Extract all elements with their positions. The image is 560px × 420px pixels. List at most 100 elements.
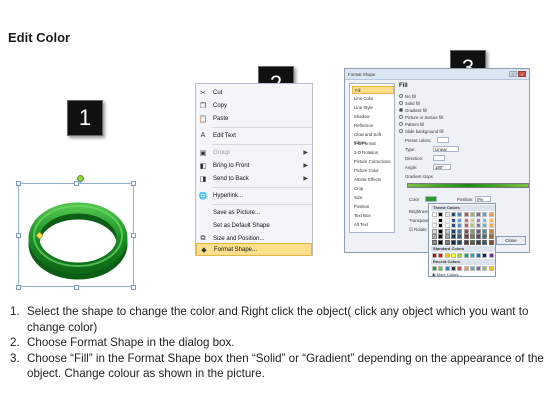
color-swatch[interactable] — [463, 253, 469, 258]
color-swatch[interactable] — [482, 228, 488, 234]
color-swatch[interactable] — [488, 234, 494, 240]
color-swatch[interactable] — [488, 212, 494, 217]
color-swatch[interactable] — [444, 212, 450, 217]
color-swatch[interactable] — [457, 217, 463, 223]
color-swatch[interactable] — [457, 266, 463, 271]
color-swatch[interactable] — [444, 217, 450, 223]
resize-handle[interactable] — [131, 181, 136, 186]
color-swatch[interactable] — [469, 234, 475, 240]
category-size[interactable]: Size — [352, 194, 394, 202]
color-swatch[interactable] — [457, 228, 463, 234]
category-crop[interactable]: Crop — [352, 185, 394, 193]
category-alt-text[interactable]: Alt Text — [352, 221, 394, 229]
category-fill[interactable]: Fill — [352, 86, 394, 94]
close-button[interactable]: Close — [496, 236, 526, 245]
color-swatch[interactable] — [488, 228, 494, 234]
resize-handle[interactable] — [74, 285, 79, 290]
color-swatch[interactable] — [476, 223, 482, 229]
color-swatch[interactable] — [450, 217, 456, 223]
color-swatch[interactable] — [457, 234, 463, 240]
color-swatch[interactable] — [469, 240, 475, 245]
color-swatch[interactable] — [469, 253, 475, 258]
color-swatch[interactable] — [463, 228, 469, 234]
color-swatch[interactable] — [469, 212, 475, 217]
color-swatch[interactable] — [482, 234, 488, 240]
resize-handle[interactable] — [131, 285, 136, 290]
category-reflection[interactable]: Reflection — [352, 122, 394, 130]
menu-item-set-default-shape[interactable]: Set as Default Shape — [196, 219, 312, 232]
category-position[interactable]: Position — [352, 203, 394, 211]
color-swatch[interactable] — [450, 234, 456, 240]
color-swatch[interactable] — [450, 253, 456, 258]
color-swatch[interactable] — [469, 266, 475, 271]
color-swatch[interactable] — [438, 217, 444, 223]
color-swatch[interactable] — [444, 240, 450, 245]
angle-field[interactable]: 180° — [433, 164, 451, 170]
category-line-style[interactable]: Line Style — [352, 104, 394, 112]
color-swatch[interactable] — [438, 223, 444, 229]
color-swatch[interactable] — [469, 223, 475, 229]
color-swatch[interactable] — [457, 240, 463, 245]
gradient-stops-bar[interactable] — [407, 183, 529, 188]
color-swatch[interactable] — [438, 212, 444, 217]
option-slide-bg-fill[interactable]: Slide background fill — [399, 128, 443, 134]
resize-handle[interactable] — [74, 181, 79, 186]
color-swatch[interactable] — [457, 212, 463, 217]
green-ring-shape[interactable] — [28, 196, 128, 280]
type-dropdown[interactable]: Linear — [433, 146, 459, 152]
color-swatch[interactable] — [476, 217, 482, 223]
color-swatch[interactable] — [482, 240, 488, 245]
color-swatch[interactable] — [450, 223, 456, 229]
color-swatch[interactable] — [476, 212, 482, 217]
color-swatch[interactable] — [469, 228, 475, 234]
color-swatch[interactable] — [482, 253, 488, 258]
color-swatch[interactable] — [432, 228, 437, 234]
menu-item-bring-to-front[interactable]: ◧ Bring to Front ▶ — [196, 159, 312, 172]
resize-handle[interactable] — [131, 233, 136, 238]
color-swatch[interactable] — [432, 234, 437, 240]
category-picture-color[interactable]: Picture Color — [352, 167, 394, 175]
color-swatch[interactable] — [444, 253, 450, 258]
color-picker-button[interactable] — [425, 196, 437, 202]
menu-item-copy[interactable]: ❐ Copy — [196, 99, 312, 112]
help-icon[interactable]: ? — [509, 71, 517, 77]
color-swatch[interactable] — [482, 212, 488, 217]
color-swatch[interactable] — [444, 266, 450, 271]
color-swatch[interactable] — [438, 240, 444, 245]
preset-colors-dropdown[interactable] — [437, 137, 449, 143]
color-swatch[interactable] — [450, 266, 456, 271]
close-icon[interactable]: × — [518, 71, 526, 77]
color-swatch[interactable] — [457, 223, 463, 229]
color-swatch[interactable] — [469, 217, 475, 223]
color-swatch[interactable] — [476, 234, 482, 240]
direction-dropdown[interactable] — [433, 155, 445, 161]
color-swatch[interactable] — [450, 212, 456, 217]
menu-item-paste[interactable]: 📋 Paste — [196, 112, 312, 125]
category-shadow[interactable]: Shadow — [352, 113, 394, 121]
color-swatch[interactable] — [432, 217, 437, 223]
color-swatch[interactable] — [438, 253, 444, 258]
color-swatch[interactable] — [450, 240, 456, 245]
menu-item-group[interactable]: ▣ Group ▶ — [196, 146, 312, 159]
option-picture-fill[interactable]: Picture or texture fill — [399, 114, 443, 120]
color-swatch[interactable] — [476, 240, 482, 245]
color-swatch[interactable] — [432, 212, 437, 217]
category-3d-rotation[interactable]: 3-D Rotation — [352, 149, 394, 157]
category-line-color[interactable]: Line Color — [352, 95, 394, 103]
color-swatch[interactable] — [432, 266, 437, 271]
color-swatch[interactable] — [488, 223, 494, 229]
more-colors-link[interactable]: ◉ More Colors... — [432, 272, 462, 277]
option-gradient-fill[interactable]: Gradient fill — [399, 107, 427, 113]
menu-item-save-as-picture[interactable]: Save as Picture... — [196, 206, 312, 219]
option-solid-fill[interactable]: Solid fill — [399, 100, 420, 106]
color-swatch[interactable] — [482, 217, 488, 223]
color-swatch[interactable] — [432, 240, 437, 245]
color-swatch[interactable] — [444, 223, 450, 229]
color-swatch[interactable] — [488, 253, 494, 258]
category-glow[interactable]: Glow and Soft Edges — [352, 131, 394, 145]
option-pattern-fill[interactable]: Pattern fill — [399, 121, 424, 127]
color-swatch[interactable] — [488, 217, 494, 223]
color-swatch[interactable] — [488, 240, 494, 245]
category-artistic-effects[interactable]: Artistic Effects — [352, 176, 394, 184]
category-3d-format[interactable]: 3-D Format — [352, 140, 394, 148]
